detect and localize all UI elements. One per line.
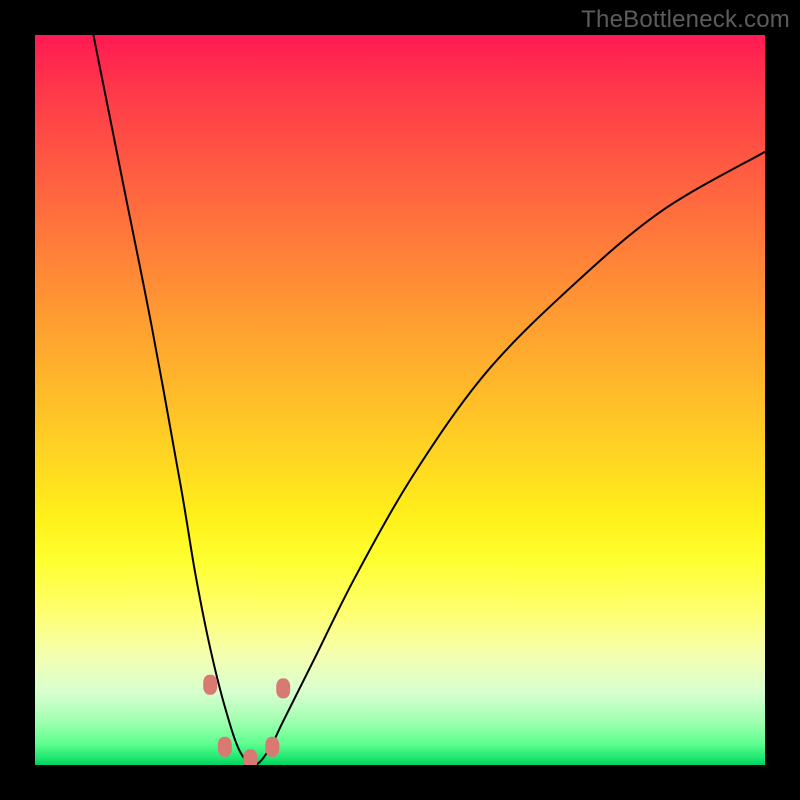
plot-area: [35, 35, 765, 765]
curve-svg: [35, 35, 765, 765]
curve-marker: [276, 678, 290, 698]
curve-marker: [265, 737, 279, 757]
curve-marker: [218, 737, 232, 757]
markers-group: [203, 675, 290, 765]
curve-marker: [243, 749, 257, 765]
curve-marker: [203, 675, 217, 695]
bottleneck-curve: [93, 35, 765, 765]
chart-frame: TheBottleneck.com: [0, 0, 800, 800]
watermark-text: TheBottleneck.com: [581, 6, 790, 34]
